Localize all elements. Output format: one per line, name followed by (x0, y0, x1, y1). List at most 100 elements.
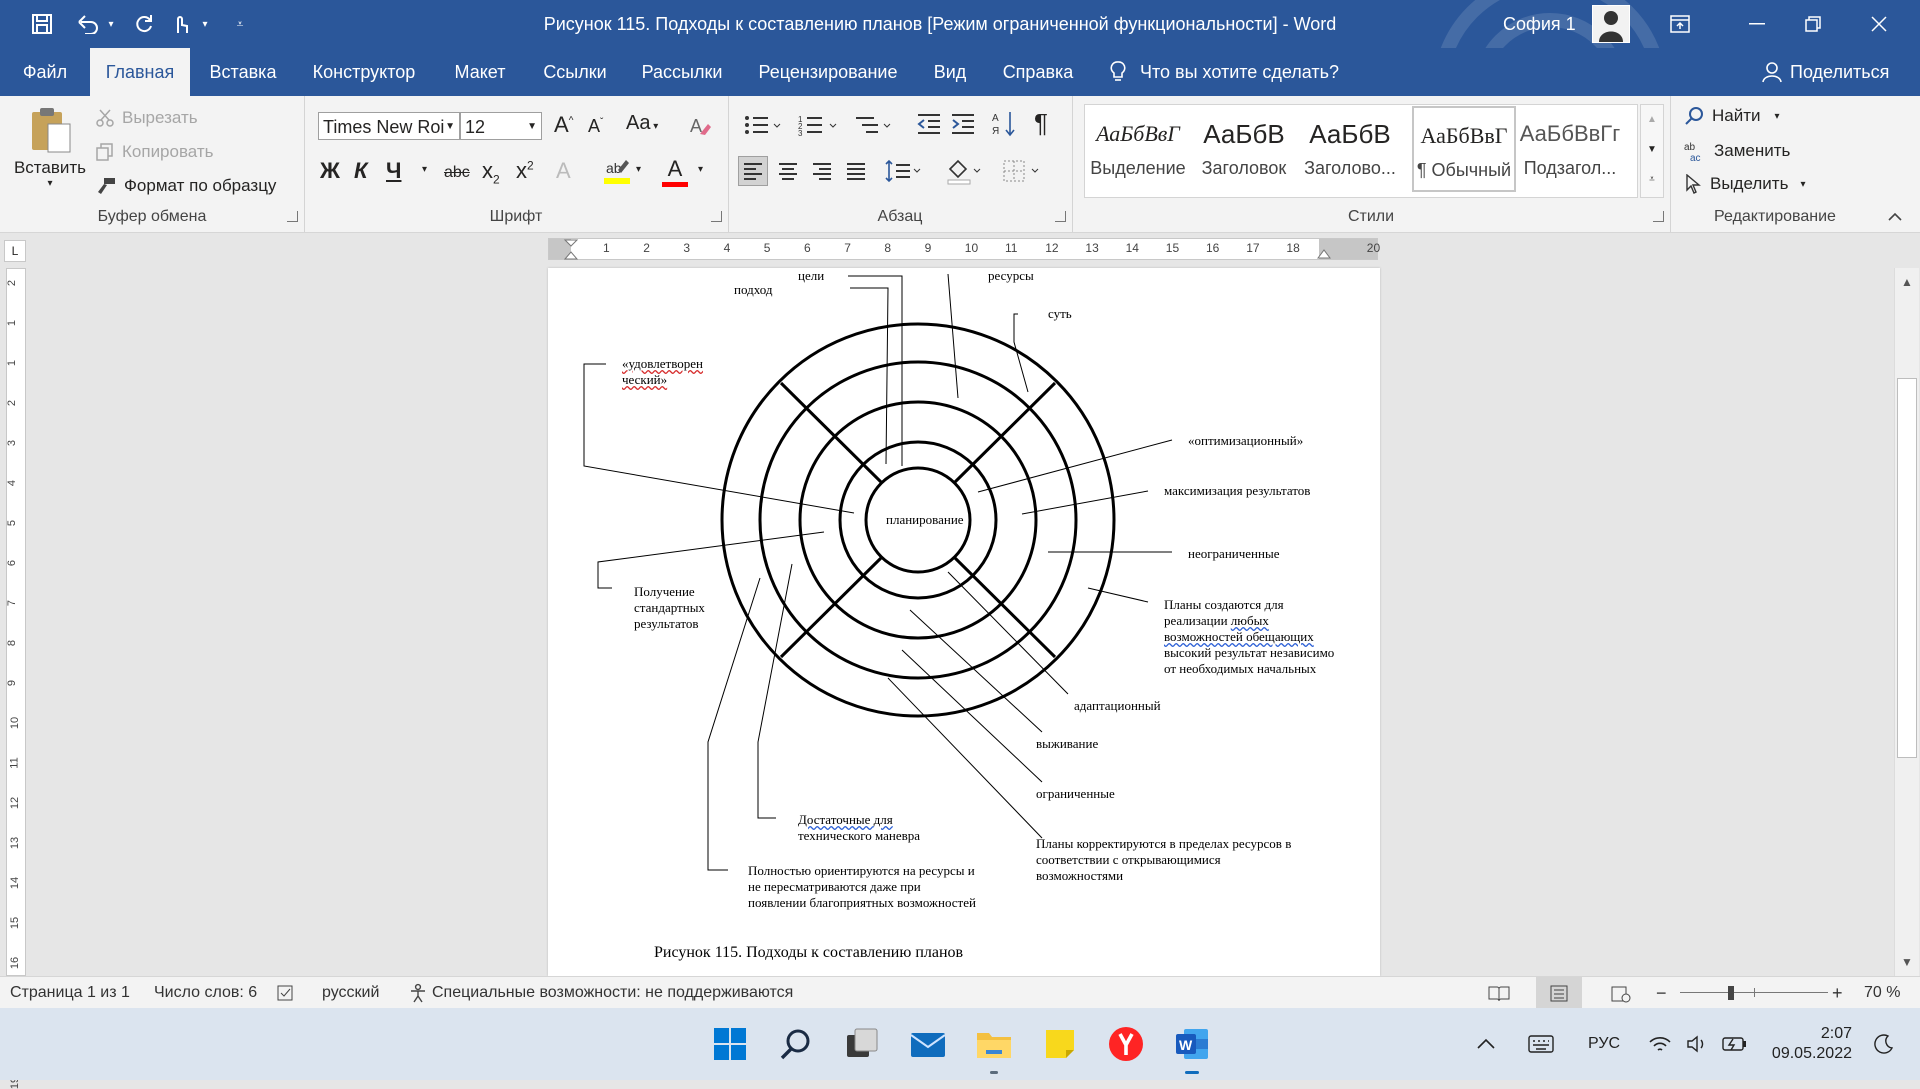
font-color-button[interactable]: A (662, 156, 688, 187)
web-layout-icon[interactable] (1610, 977, 1632, 1009)
zoom-out-button[interactable]: − (1656, 977, 1667, 1009)
font-size-dropdown-icon[interactable]: ▼ (527, 113, 537, 139)
collapse-ribbon-icon[interactable] (1888, 212, 1902, 222)
copy-button[interactable]: Копировать (96, 142, 214, 162)
save-icon[interactable] (22, 0, 62, 48)
document-page[interactable]: планирование подход цели ресурсы суть «у… (548, 268, 1380, 976)
task-view-icon[interactable] (838, 1020, 886, 1068)
horizontal-ruler[interactable]: 1 2 3 4 5 6 7 8 9 10 11 12 13 14 15 16 17 18 20 (548, 238, 1380, 261)
word-count[interactable]: Число слов: 6 (154, 977, 257, 1009)
select-button[interactable]: Выделить ▾ (1684, 174, 1805, 194)
zoom-in-button[interactable]: + (1832, 977, 1843, 1009)
tell-me-search[interactable]: Что вы хотите сделать? (1110, 48, 1339, 96)
shrink-font-button[interactable]: Aˇ (588, 116, 603, 137)
tab-insert[interactable]: Вставка (196, 48, 290, 96)
highlight-dropdown-icon[interactable]: ▾ (636, 164, 641, 175)
select-dropdown-icon[interactable]: ▾ (1800, 179, 1805, 190)
wifi-icon[interactable] (1648, 1008, 1672, 1080)
styles-scroll-down-icon[interactable]: ▼ (1641, 135, 1663, 165)
language-status[interactable]: русский (322, 977, 379, 1009)
scroll-down-icon[interactable]: ▼ (1895, 950, 1919, 974)
tab-mailings[interactable]: Рассылки (630, 48, 734, 96)
strikethrough-button[interactable]: abc (444, 164, 470, 182)
clear-formatting-icon[interactable]: A (688, 114, 712, 138)
increase-indent-icon[interactable] (950, 112, 976, 136)
tab-selector[interactable]: L (4, 240, 26, 262)
styles-scroll[interactable]: ▲ ▼ ⩡ (1640, 104, 1664, 198)
zoom-slider[interactable] (1680, 977, 1828, 1009)
borders-icon[interactable] (1000, 157, 1044, 185)
style-subtitle[interactable]: АаБбВвГг Подзагол... (1518, 106, 1622, 192)
italic-button[interactable]: К (354, 158, 368, 184)
tab-file[interactable]: Файл (0, 48, 90, 96)
style-heading-2[interactable]: АаБбВ Заголово... (1298, 106, 1402, 192)
scroll-up-icon[interactable]: ▲ (1895, 270, 1919, 294)
clipboard-launcher-icon[interactable] (287, 211, 298, 222)
undo-icon[interactable] (70, 0, 106, 48)
highlight-icon[interactable]: ab (602, 156, 632, 186)
close-icon[interactable] (1856, 0, 1902, 48)
file-explorer-icon[interactable] (970, 1020, 1018, 1074)
touch-dropdown-icon[interactable]: ▾ (198, 0, 212, 48)
undo-dropdown-icon[interactable]: ▾ (104, 0, 118, 48)
multilevel-list-icon[interactable] (854, 114, 894, 136)
cut-button[interactable]: Вырезать (96, 108, 198, 128)
underline-button[interactable]: Ч (386, 158, 401, 184)
tab-layout[interactable]: Макет (440, 48, 520, 96)
show-formatting-button[interactable]: ¶ (1034, 108, 1048, 139)
text-effects-button[interactable]: A (556, 158, 571, 184)
volume-icon[interactable] (1686, 1008, 1710, 1080)
mail-icon[interactable] (904, 1020, 952, 1068)
avatar[interactable] (1592, 5, 1630, 43)
input-language[interactable]: РУС (1588, 1008, 1620, 1080)
restore-icon[interactable] (1790, 0, 1836, 48)
styles-scroll-up-icon[interactable]: ▲ (1641, 105, 1663, 135)
battery-icon[interactable] (1722, 1008, 1748, 1080)
page-count[interactable]: Страница 1 из 1 (10, 977, 130, 1009)
user-name[interactable]: София 1 (1503, 0, 1576, 48)
tab-help[interactable]: Справка (992, 48, 1084, 96)
paste-dropdown-icon[interactable]: ▾ (8, 178, 92, 189)
right-indent-marker-icon[interactable] (1317, 247, 1331, 259)
numbering-icon[interactable]: 123 (798, 114, 840, 136)
subscript-button[interactable]: x2 (482, 158, 500, 186)
sort-icon[interactable]: AЯ (992, 110, 1016, 138)
proofing-icon[interactable] (276, 977, 296, 1009)
customize-qat-icon[interactable]: ⩡ (228, 0, 252, 48)
notifications-icon[interactable] (1874, 1008, 1894, 1080)
style-heading[interactable]: АаБбВ Заголовок (1192, 106, 1296, 192)
grow-font-button[interactable]: A^ (554, 112, 573, 138)
indent-marker-icon[interactable] (563, 239, 581, 261)
decrease-indent-icon[interactable] (916, 112, 942, 136)
paste-button[interactable]: Вставить ▾ (8, 104, 92, 214)
find-dropdown-icon[interactable]: ▾ (1775, 111, 1780, 122)
minimize-icon[interactable] (1734, 0, 1780, 48)
yandex-browser-icon[interactable] (1102, 1020, 1150, 1068)
underline-dropdown-icon[interactable]: ▾ (422, 164, 427, 175)
style-emphasis[interactable]: АаБбВвГ Выделение (1086, 106, 1190, 192)
font-launcher-icon[interactable] (711, 211, 722, 222)
search-taskbar-icon[interactable] (772, 1020, 820, 1068)
redo-icon[interactable] (128, 0, 160, 48)
paragraph-launcher-icon[interactable] (1055, 211, 1066, 222)
tab-design[interactable]: Конструктор (298, 48, 430, 96)
bullets-icon[interactable] (744, 114, 784, 136)
font-name-combo[interactable]: Times New Roi ▼ (318, 112, 460, 140)
replace-button[interactable]: ab ac Заменить (1684, 140, 1790, 162)
styles-launcher-icon[interactable] (1653, 211, 1664, 222)
accessibility-status[interactable]: Специальные возможности: не поддерживают… (408, 977, 793, 1009)
tab-references[interactable]: Ссылки (530, 48, 620, 96)
bold-button[interactable]: Ж (320, 158, 340, 184)
tab-view[interactable]: Вид (920, 48, 980, 96)
sticky-notes-icon[interactable] (1036, 1020, 1084, 1068)
keyboard-icon[interactable] (1528, 1008, 1554, 1080)
change-case-button[interactable]: Aa ▾ (626, 112, 658, 135)
justify-icon[interactable] (842, 157, 870, 185)
font-color-dropdown-icon[interactable]: ▾ (698, 164, 703, 175)
tab-review[interactable]: Рецензирование (746, 48, 910, 96)
align-left-button[interactable] (738, 156, 768, 186)
font-name-dropdown-icon[interactable]: ▼ (445, 113, 455, 139)
print-layout-icon[interactable] (1536, 977, 1582, 1009)
zoom-thumb[interactable] (1728, 986, 1734, 1000)
shading-icon[interactable] (944, 157, 984, 185)
